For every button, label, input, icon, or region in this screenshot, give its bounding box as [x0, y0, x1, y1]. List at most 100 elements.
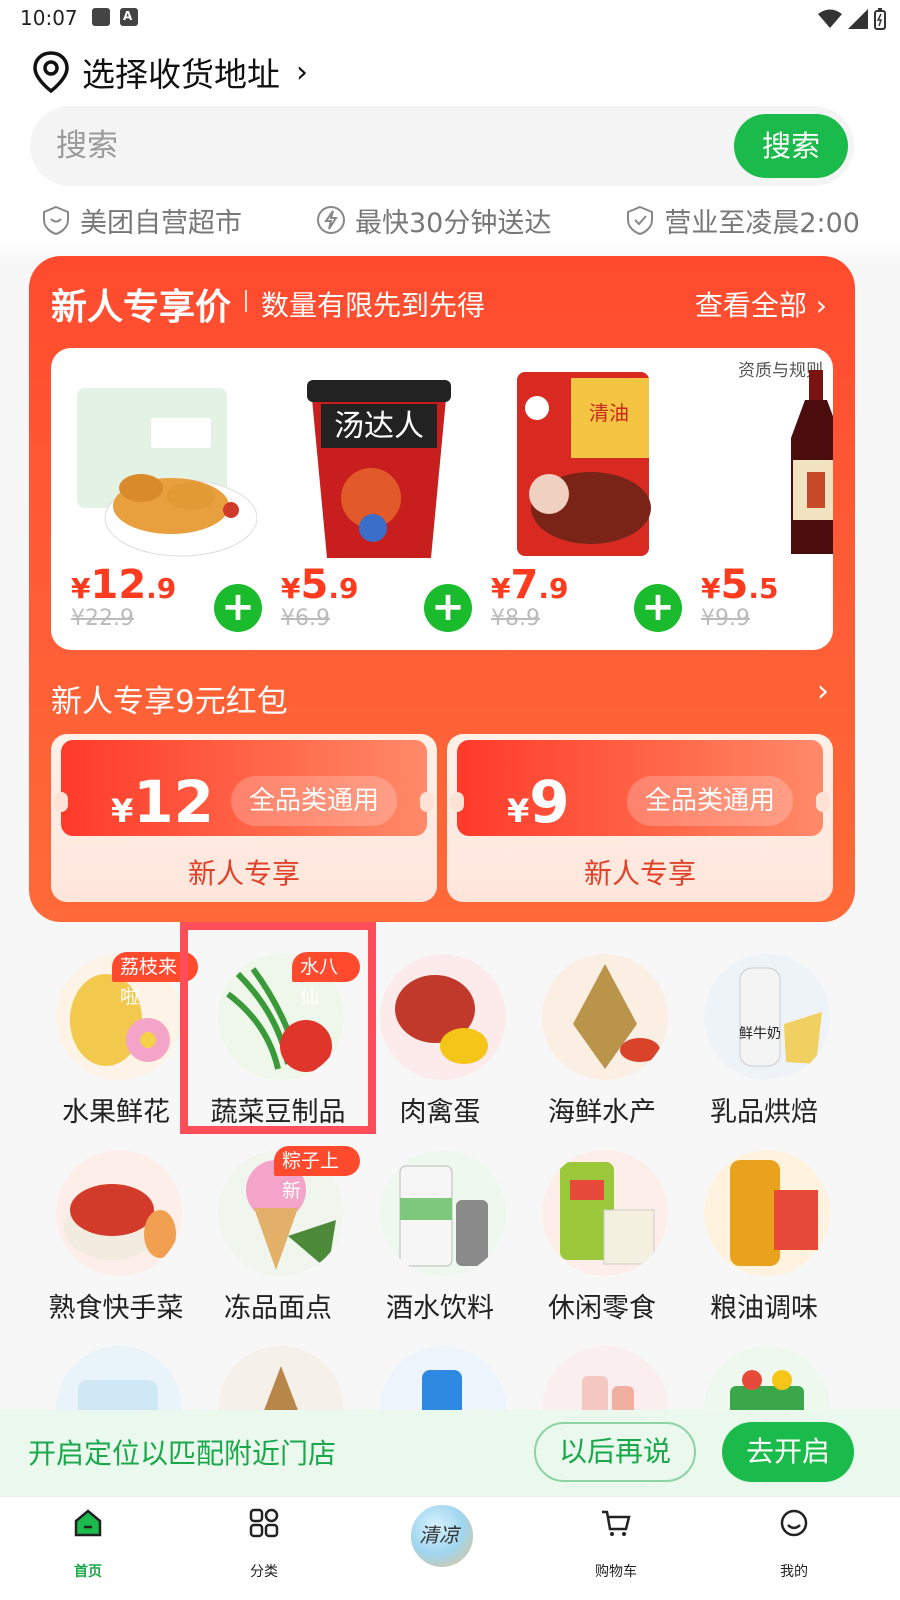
coupon-caption: 新人专享 [187, 857, 300, 890]
lightning-icon [317, 206, 345, 234]
category-image [380, 1150, 506, 1276]
coupon-card[interactable]: ¥12 全品类通用 新人专享 [51, 734, 437, 902]
category-meat-poultry-eggs[interactable]: 肉禽蛋 [358, 952, 522, 1142]
chevron-right-icon: › [296, 54, 308, 90]
original-price: ¥6.9 [281, 606, 330, 631]
product-image-instant-noodles: 汤达人 [307, 380, 451, 558]
product-price: ¥5.9 [281, 562, 359, 608]
feature-fast-delivery: 最快30分钟送达 [315, 201, 551, 240]
category-label: 肉禽蛋 [399, 1097, 481, 1128]
category-label: 熟食快手菜 [48, 1293, 184, 1324]
category-drinks[interactable]: 酒水饮料 [358, 1148, 522, 1338]
category-snacks[interactable]: 休闲零食 [520, 1148, 684, 1338]
nav-home[interactable]: 首页 [28, 1497, 148, 1600]
category-label: 水果鲜花 [62, 1097, 170, 1128]
coupon-amount: ¥12 [111, 768, 214, 836]
svg-text:鲜牛奶: 鲜牛奶 [739, 1026, 781, 1042]
a-badge-icon: A [120, 8, 138, 26]
category-image [704, 1150, 830, 1276]
product-image-soy-sauce [791, 370, 833, 554]
status-time: 10:07 [20, 6, 78, 30]
category-image [542, 954, 668, 1080]
cart-icon [602, 1510, 631, 1536]
nav-label: 我的 [780, 1564, 808, 1580]
feature-hours: 营业至凌晨2:00 [624, 201, 860, 240]
nav-cart[interactable]: 购物车 [556, 1497, 676, 1600]
nav-label: 分类 [250, 1564, 278, 1580]
product-card[interactable]: ¥5.5 ¥9.9 [681, 348, 833, 650]
category-label: 乳品烘焙 [710, 1097, 818, 1128]
coupon-notch [450, 792, 464, 812]
heart-shield-icon [43, 205, 69, 236]
coupon-tag: 全品类通用 [231, 776, 397, 826]
coupon-notch [420, 792, 434, 812]
battery-icon [874, 8, 886, 30]
new-user-promo: 新人专享价 数量有限先到先得 查看全部 › 资质与规则 ¥12.9 ¥22.9 … [29, 256, 855, 922]
coupon-amount: ¥9 [507, 768, 570, 836]
signal-icon [848, 9, 868, 29]
promo-subtitle: 数量有限先到先得 [261, 289, 486, 322]
original-price: ¥9.9 [701, 606, 750, 631]
category-seafood[interactable]: 海鲜水产 [520, 952, 684, 1142]
category-image [56, 1150, 182, 1276]
category-label: 冻品面点 [224, 1293, 332, 1324]
product-image-fried-chicken [77, 388, 257, 557]
service-features: 美团自营超市 最快30分钟送达 营业至凌晨2:00 [40, 198, 860, 242]
nav-categories[interactable]: 分类 [204, 1497, 324, 1600]
category-partial[interactable] [34, 1344, 198, 1472]
category-fruits-flowers[interactable]: 荔枝来啦 水果鲜花 [34, 952, 198, 1142]
add-to-cart-button[interactable]: + [214, 584, 262, 632]
home-icon [74, 1509, 102, 1537]
product-card[interactable]: ¥12.9 ¥22.9 + [51, 348, 262, 650]
category-deli[interactable]: 熟食快手菜 [34, 1148, 198, 1338]
product-card[interactable]: 清油 ¥7.9 ¥8.9 + [471, 348, 682, 650]
category-partial[interactable] [196, 1344, 360, 1472]
promo-title: 新人专享价 [51, 287, 232, 328]
address-selector[interactable]: 选择收货地址 › [32, 50, 308, 94]
coupon-card[interactable]: ¥9 全品类通用 新人专享 [447, 734, 833, 902]
summer-promo-icon[interactable]: 清凉 [409, 1503, 475, 1569]
svg-text:清油: 清油 [589, 401, 629, 425]
category-dairy-bakery[interactable]: 鲜牛奶 乳品烘焙 [682, 952, 846, 1142]
view-all-link[interactable]: 查看全部 › [695, 284, 827, 324]
category-partial[interactable] [682, 1344, 846, 1472]
address-label: 选择收货地址 [82, 55, 280, 94]
later-button[interactable]: 以后再说 [534, 1422, 696, 1482]
add-to-cart-button[interactable]: + [634, 584, 682, 632]
nav-label: 首页 [74, 1564, 102, 1580]
location-banner: 开启定位以匹配附近门店 以后再说 去开启 [0, 1410, 900, 1496]
category-label: 海鲜水产 [548, 1097, 656, 1128]
original-price: ¥8.9 [491, 606, 540, 631]
category-partial[interactable] [520, 1344, 684, 1472]
status-bar: 10:07 A [0, 0, 900, 36]
nav-profile[interactable]: 我的 [734, 1497, 854, 1600]
category-label: 粮油调味 [710, 1293, 818, 1324]
redpacket-title[interactable]: 新人专享9元红包 [51, 676, 288, 721]
search-input[interactable] [56, 106, 736, 186]
product-price: ¥12.9 [71, 562, 177, 608]
feature-label: 营业至凌晨2:00 [664, 207, 860, 239]
feature-self-operated: 美团自营超市 [40, 201, 242, 240]
feature-label: 美团自营超市 [80, 207, 242, 239]
search-button[interactable]: 搜索 [734, 114, 848, 178]
check-shield-icon [627, 205, 654, 236]
search-bar: 搜索 [30, 106, 854, 186]
feature-label: 最快30分钟送达 [355, 207, 552, 239]
coupon-caption: 新人专享 [583, 857, 696, 890]
coupon-notch [816, 792, 830, 812]
add-to-cart-button[interactable]: + [424, 584, 472, 632]
category-grain-oil-seasoning[interactable]: 粮油调味 [682, 1148, 846, 1338]
bottom-nav: 首页 分类 清凉 购物车 我的 [0, 1496, 900, 1600]
category-frozen-pastry[interactable]: 粽子上新 冻品面点 [196, 1146, 360, 1338]
category-image: 鲜牛奶 [704, 954, 830, 1080]
product-image-hotpot-base: 清油 [517, 372, 651, 556]
category-image [542, 1150, 668, 1276]
svg-text:汤达人: 汤达人 [334, 409, 424, 444]
chevron-right-icon[interactable]: › [817, 674, 829, 709]
category-partial[interactable] [358, 1344, 522, 1472]
product-card[interactable]: 汤达人 ¥5.9 ¥6.9 + [261, 348, 472, 650]
category-image [380, 954, 506, 1080]
nav-label: 购物车 [595, 1564, 637, 1580]
coupon-face: ¥9 全品类通用 [450, 740, 830, 836]
enable-location-button[interactable]: 去开启 [722, 1422, 854, 1482]
